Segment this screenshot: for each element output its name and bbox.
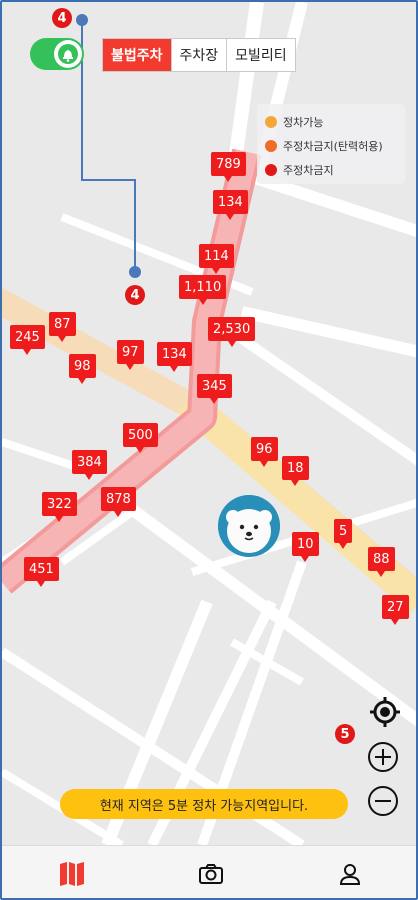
legend-item: 주정차금지	[265, 158, 397, 182]
tab-mobility[interactable]: 모빌리티	[227, 39, 295, 71]
count-marker[interactable]: 5	[334, 519, 353, 549]
count-marker[interactable]: 98	[69, 354, 96, 384]
minus-icon	[368, 786, 398, 816]
locate-button[interactable]	[368, 695, 402, 729]
legend-label: 주정차금지	[283, 164, 334, 177]
legend-dot	[265, 164, 277, 176]
count-marker[interactable]: 245	[10, 325, 45, 355]
legend-label: 주정차금지(탄력허용)	[283, 140, 383, 153]
zoom-out-button[interactable]	[366, 784, 400, 818]
bell-icon	[54, 40, 82, 68]
app-frame: 4 4 불법주차 주차장 모빌리티 정차가능 주정차금지(탄력허용) 주정차금지…	[0, 0, 418, 900]
count-marker[interactable]: 87	[49, 312, 76, 342]
map-legend: 정차가능 주정차금지(탄력허용) 주정차금지	[257, 104, 405, 184]
alarm-toggle[interactable]	[30, 38, 84, 70]
count-marker[interactable]: 27	[382, 595, 409, 625]
count-marker[interactable]: 97	[117, 340, 144, 370]
count-marker[interactable]: 322	[42, 492, 77, 522]
legend-item: 정차가능	[265, 110, 397, 134]
count-marker[interactable]: 789	[211, 152, 246, 182]
count-marker[interactable]: 10	[292, 532, 319, 562]
plus-icon	[368, 742, 398, 772]
legend-label: 정차가능	[283, 116, 324, 129]
legend-item: 주정차금지(탄력허용)	[265, 134, 397, 158]
camera-icon	[198, 864, 223, 884]
annotation-badge-mid: 4	[125, 285, 145, 305]
tab-profile[interactable]	[281, 846, 416, 898]
count-marker[interactable]: 18	[282, 456, 309, 486]
bottom-tab-bar	[2, 845, 416, 898]
crosshair-icon	[370, 697, 400, 727]
count-marker[interactable]: 1,110	[179, 275, 227, 305]
count-marker[interactable]: 88	[368, 547, 395, 577]
tab-illegal-parking[interactable]: 불법주차	[103, 39, 172, 71]
count-marker[interactable]: 500	[123, 423, 158, 453]
count-marker[interactable]: 384	[72, 450, 107, 480]
zoom-in-button[interactable]	[366, 740, 400, 774]
count-marker[interactable]: 114	[199, 244, 234, 274]
legend-dot	[265, 140, 277, 152]
count-marker[interactable]: 96	[251, 437, 278, 467]
count-marker[interactable]: 345	[197, 374, 232, 404]
mode-segmented-control: 불법주차 주차장 모빌리티	[102, 38, 296, 72]
annotation-badge-top: 4	[52, 8, 72, 28]
map-view[interactable]: 4 4 불법주차 주차장 모빌리티 정차가능 주정차금지(탄력허용) 주정차금지…	[2, 2, 416, 845]
user-icon	[340, 864, 361, 885]
count-marker[interactable]: 134	[213, 190, 248, 220]
count-marker[interactable]: 451	[24, 557, 59, 587]
tab-parking-lot[interactable]: 주차장	[172, 39, 228, 71]
tab-map[interactable]	[2, 846, 141, 898]
status-banner: 현재 지역은 5분 정차 가능지역입니다.	[60, 789, 348, 819]
avatar[interactable]	[218, 495, 280, 557]
tab-camera[interactable]	[141, 846, 280, 898]
count-marker[interactable]: 134	[157, 342, 192, 372]
annotation-badge-controls: 5	[335, 724, 355, 744]
count-marker[interactable]: 2,530	[208, 317, 256, 347]
map-icon	[59, 862, 84, 886]
count-marker[interactable]: 878	[101, 487, 136, 517]
legend-dot	[265, 116, 277, 128]
